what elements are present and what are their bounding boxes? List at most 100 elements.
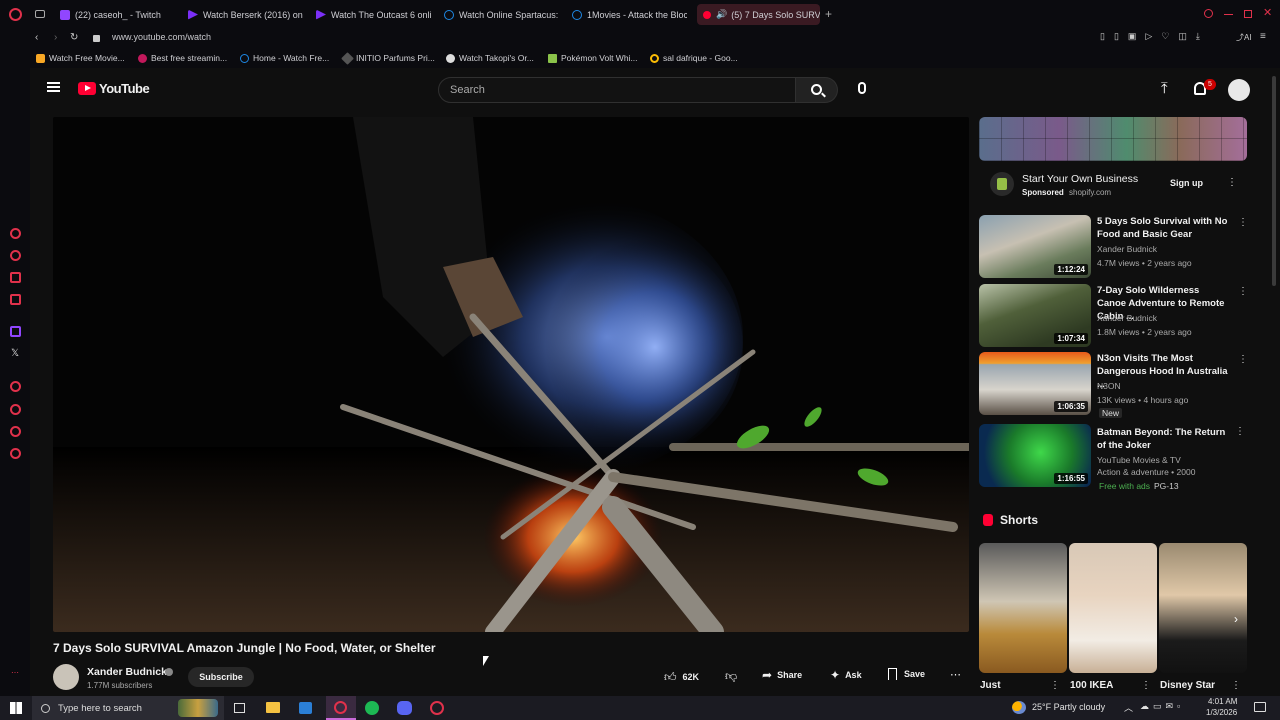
short-thumbnail[interactable] xyxy=(979,543,1067,673)
history-icon[interactable] xyxy=(10,404,21,415)
list-item[interactable]: 1:07:34 7-Day Solo Wilderness Canoe Adve… xyxy=(979,284,1249,348)
app-icon[interactable] xyxy=(430,701,444,715)
browser-menu-icon[interactable]: ≡ xyxy=(1260,31,1266,42)
bookmark-item[interactable]: INITIO Parfums Pri... xyxy=(341,51,435,65)
sidebar-app-icon[interactable] xyxy=(10,272,21,283)
reload-icon[interactable]: ↻ xyxy=(70,32,78,43)
file-explorer-icon[interactable] xyxy=(266,702,280,713)
ad-signup-button[interactable]: Sign up xyxy=(1170,178,1203,188)
sidebar-more-icon[interactable]: ⋯ xyxy=(11,668,19,677)
list-item[interactable]: 1:06:35 N3on Visits The Most Dangerous H… xyxy=(979,352,1249,428)
search-button[interactable] xyxy=(796,77,838,103)
toolbar-icons[interactable]: ▯▯▣▷♡◫⤓ xyxy=(1100,31,1209,42)
channel-avatar[interactable] xyxy=(53,664,79,690)
maximize-button[interactable] xyxy=(1244,10,1252,18)
settings-icon[interactable] xyxy=(10,448,21,459)
clock-time[interactable]: 4:01 AM xyxy=(1208,697,1237,706)
taskbar-search-box[interactable]: Type here to search xyxy=(32,696,224,720)
search-tabs-icon[interactable] xyxy=(1204,9,1213,18)
video-thumbnail[interactable]: 1:07:34 xyxy=(979,284,1091,347)
channel-name[interactable]: Xander Budnick xyxy=(1097,244,1157,254)
more-options-icon[interactable]: ⋮ xyxy=(1235,426,1245,437)
task-view-icon[interactable] xyxy=(234,703,245,713)
like-button[interactable]: 👍︎ 62K xyxy=(664,667,699,687)
url-field[interactable]: www.youtube.com/watch xyxy=(112,32,211,42)
tab-twitch[interactable]: (22) caseoh_ - Twitch xyxy=(60,4,180,25)
list-item[interactable]: 1:12:24 5 Days Solo Survival with No Foo… xyxy=(979,215,1249,279)
video-player[interactable] xyxy=(53,117,969,632)
short-thumbnail[interactable] xyxy=(1069,543,1157,673)
sidebar-app-icon[interactable] xyxy=(10,228,21,239)
search-input[interactable]: Search xyxy=(438,77,796,103)
subscribe-button[interactable]: Subscribe xyxy=(188,667,254,687)
video-thumbnail[interactable]: 1:06:35 xyxy=(979,352,1091,415)
notification-center-icon[interactable] xyxy=(1254,702,1266,712)
tray-chevron-icon[interactable]: ︿ xyxy=(1124,701,1133,714)
bookmark-item[interactable]: sal dafrique - Goo... xyxy=(650,53,738,63)
create-upload-icon[interactable]: ⤒ xyxy=(1161,80,1168,97)
voice-search-icon[interactable] xyxy=(858,82,866,94)
short-title[interactable]: 100 IKEA xyxy=(1070,680,1113,691)
ad-banner-image[interactable] xyxy=(979,117,1247,161)
more-options-icon[interactable]: ⋮ xyxy=(1238,354,1248,365)
sidebar-app-icon[interactable] xyxy=(10,250,21,261)
tab-berserk[interactable]: Watch Berserk (2016) onli xyxy=(188,4,303,25)
opera-logo-icon[interactable] xyxy=(9,8,22,21)
avatar[interactable] xyxy=(1228,79,1250,101)
extensions-icon[interactable] xyxy=(10,426,21,437)
bookmark-item[interactable]: Pokémon Volt Whi... xyxy=(548,53,638,63)
save-button[interactable]: Save xyxy=(888,668,925,680)
new-tab-button[interactable]: + xyxy=(825,7,832,21)
channel-name[interactable]: YouTube Movies & TV xyxy=(1097,455,1181,465)
short-thumbnail[interactable] xyxy=(1159,543,1247,673)
bookmark-item[interactable]: Home - Watch Fre... xyxy=(240,53,329,63)
more-options-icon[interactable]: ⋮ xyxy=(1238,286,1248,297)
short-more-icon[interactable]: ⋮ xyxy=(1141,680,1151,691)
tab-overview-icon[interactable] xyxy=(35,10,45,18)
forward-icon[interactable]: › xyxy=(54,32,57,43)
twitch-icon[interactable] xyxy=(10,326,21,337)
spotify-icon[interactable] xyxy=(10,381,21,392)
video-thumbnail[interactable]: 1:16:55 xyxy=(979,424,1091,487)
more-options-icon[interactable]: ⋮ xyxy=(1238,217,1248,228)
tab-youtube-active[interactable]: 🔊 (5) 7 Days Solo SURVI xyxy=(697,4,820,25)
short-more-icon[interactable]: ⋮ xyxy=(1231,680,1241,691)
aria-ai-icon[interactable]: ⤴AI xyxy=(1236,32,1252,43)
video-thumbnail[interactable]: 1:12:24 xyxy=(979,215,1091,278)
windows-start-icon[interactable] xyxy=(10,702,22,714)
back-icon[interactable]: ‹ xyxy=(35,32,38,43)
youtube-logo[interactable]: YouTube xyxy=(78,81,150,96)
speaker-icon[interactable]: 🔊 xyxy=(716,9,727,20)
short-more-icon[interactable]: ⋮ xyxy=(1050,680,1060,691)
tab-outcast[interactable]: Watch The Outcast 6 onlin xyxy=(316,4,431,25)
video-title[interactable]: 5 Days Solo Survival with No Food and Ba… xyxy=(1097,215,1229,241)
short-title[interactable]: Disney Star xyxy=(1160,680,1215,691)
ad-title[interactable]: Start Your Own Business xyxy=(1022,173,1138,185)
bookmark-item[interactable]: Watch Free Movie... xyxy=(36,53,125,63)
minimize-button[interactable] xyxy=(1224,14,1233,15)
more-actions-icon[interactable]: ⋯ xyxy=(950,668,961,681)
page-scrollbar[interactable] xyxy=(1272,76,1276,286)
x-icon[interactable]: 𝕏 xyxy=(11,348,19,359)
video-title[interactable]: Batman Beyond: The Return of the Joker xyxy=(1097,426,1229,452)
list-item[interactable]: 1:16:55 Batman Beyond: The Return of the… xyxy=(979,424,1249,500)
ad-more-icon[interactable]: ⋮ xyxy=(1227,177,1237,188)
clock-date[interactable]: 1/3/2026 xyxy=(1206,708,1237,717)
shorts-next-icon[interactable]: › xyxy=(1234,612,1238,626)
microsoft-store-icon[interactable] xyxy=(299,702,312,714)
spotify-icon[interactable] xyxy=(365,701,379,715)
channel-name[interactable]: N3ON xyxy=(1097,381,1121,391)
bookmark-item[interactable]: Best free streamin... xyxy=(138,53,227,63)
bookmark-item[interactable]: Watch Takopi's Or... xyxy=(446,53,534,63)
tray-icons[interactable]: ☁▭✉▫ xyxy=(1140,701,1184,712)
tab-spartacus[interactable]: Watch Online Spartacus: I xyxy=(444,4,559,25)
sidebar-app-icon[interactable] xyxy=(10,294,21,305)
discord-icon[interactable] xyxy=(397,701,412,715)
ask-button[interactable]: ✦ Ask xyxy=(830,668,862,682)
thumbs-down-icon[interactable]: 👎︎ xyxy=(725,669,737,684)
channel-name[interactable]: Xander Budnick xyxy=(1097,313,1157,323)
tab-1movies[interactable]: 1Movies - Attack the Block xyxy=(572,4,687,25)
short-title[interactable]: Just xyxy=(980,680,1001,691)
share-button[interactable]: ➦ Share xyxy=(762,668,802,682)
close-window-button[interactable]: ✕ xyxy=(1263,6,1272,19)
